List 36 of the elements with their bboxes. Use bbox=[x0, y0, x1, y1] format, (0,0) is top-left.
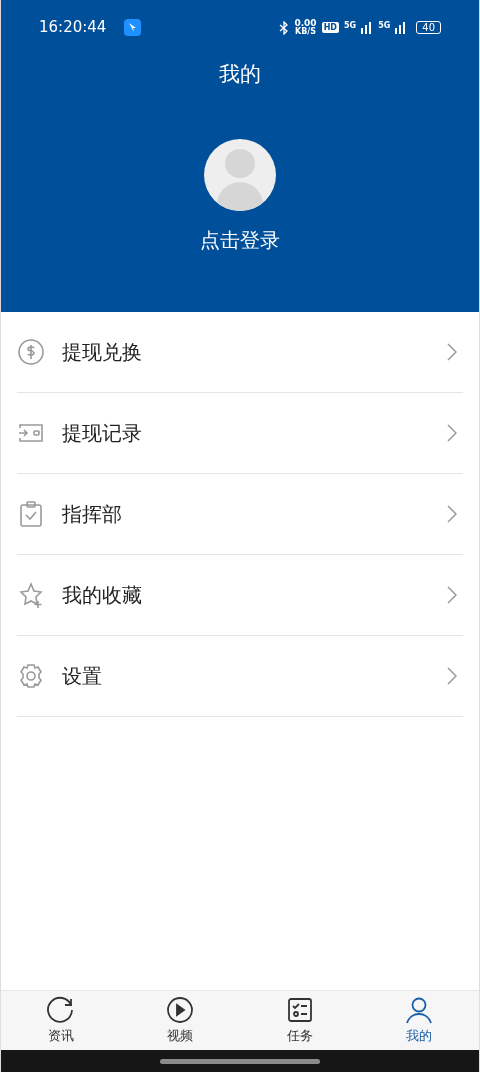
tab[interactable]: 视频 bbox=[120, 991, 240, 1050]
checklist-icon bbox=[285, 995, 314, 1024]
signal-icon bbox=[395, 21, 408, 34]
chevron-right-icon bbox=[447, 424, 457, 442]
menu-item[interactable]: 提现记录 bbox=[17, 393, 463, 474]
menu-item[interactable]: 提现兑换 bbox=[17, 312, 463, 393]
tab[interactable]: 我的 bbox=[359, 991, 479, 1050]
page-title: 我的 bbox=[219, 61, 261, 88]
network-speed: 0.00 bbox=[294, 19, 317, 28]
menu-item[interactable]: 指挥部 bbox=[17, 474, 463, 555]
hd-badge: HD bbox=[321, 22, 339, 33]
chevron-right-icon bbox=[447, 586, 457, 604]
tab[interactable]: 资讯 bbox=[1, 991, 121, 1050]
chevron-right-icon bbox=[447, 667, 457, 685]
star-plus-icon bbox=[17, 581, 45, 609]
signal-icon bbox=[361, 21, 374, 34]
chevron-right-icon bbox=[447, 343, 457, 361]
status-time: 16:20:44 bbox=[39, 17, 107, 39]
signal-label: 5G bbox=[378, 20, 391, 32]
battery-indicator: 40 bbox=[416, 21, 441, 34]
signal-label: 5G bbox=[344, 20, 357, 32]
menu-item[interactable]: 我的收藏 bbox=[17, 555, 463, 636]
user-icon bbox=[405, 995, 434, 1024]
tab[interactable]: 任务 bbox=[240, 991, 360, 1050]
network-speed-unit: KB/S bbox=[295, 28, 316, 36]
settings-icon bbox=[17, 662, 45, 690]
refresh-icon bbox=[46, 995, 75, 1024]
app-notification-icon bbox=[124, 19, 142, 36]
clipboard-check-icon bbox=[17, 500, 45, 528]
bluetooth-icon bbox=[279, 20, 290, 35]
dollar-coin-icon bbox=[17, 338, 45, 366]
chevron-right-icon bbox=[447, 505, 457, 523]
login-link[interactable]: 点击登录 bbox=[200, 224, 280, 255]
play-icon bbox=[166, 995, 195, 1024]
home-indicator[interactable] bbox=[160, 1058, 320, 1064]
menu-item[interactable]: 设置 bbox=[17, 636, 463, 717]
